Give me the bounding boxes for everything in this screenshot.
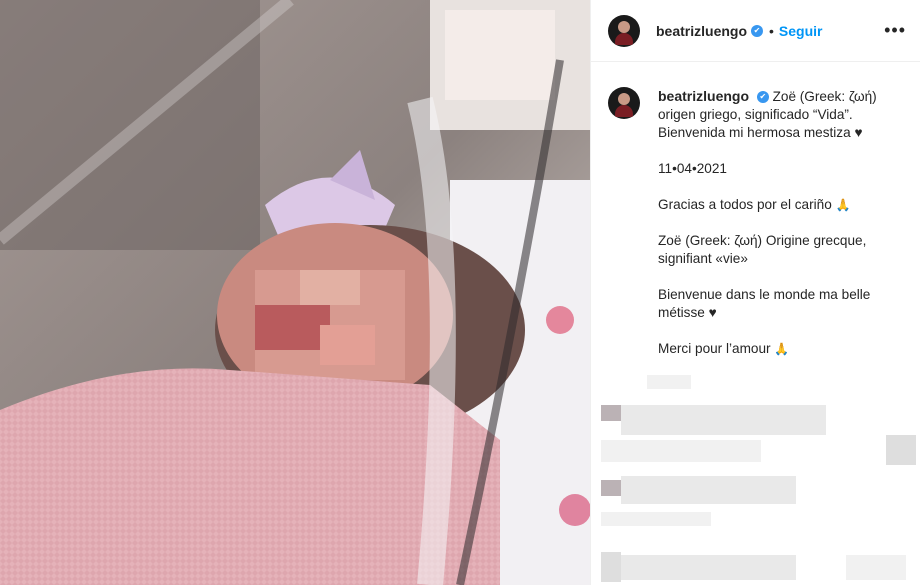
obscured-avatar (601, 480, 621, 496)
obscured-comment (621, 555, 796, 580)
caption-text: beatrizluengo ✔ Zoë (Greek: ζωή) origen … (658, 87, 898, 358)
post-photo[interactable] (0, 0, 590, 585)
author-avatar[interactable] (608, 14, 640, 47)
obscured-comment (601, 440, 761, 462)
caption-date: 11•04•2021 (658, 161, 727, 176)
obscured-avatar (601, 552, 621, 582)
caption-username[interactable]: beatrizluengo (658, 88, 749, 104)
caption-thanks-es: Gracias a todos por el cariño 🙏 (658, 196, 898, 214)
caption-greek-fr: Zoë (Greek: ζωή) Origine grecque, signif… (658, 233, 867, 266)
obscured-comment (621, 405, 826, 435)
caption-thanks-fr: Merci pour l’amour 🙏 (658, 340, 898, 358)
obscured-comment (621, 476, 796, 504)
pray-emoji-icon: 🙏 (774, 342, 790, 356)
caption-thanks-es-text: Gracias a todos por el cariño (658, 197, 832, 212)
post-side-panel: beatrizluengo ✔ • Seguir ••• beatrizluen… (590, 0, 920, 585)
caption-avatar[interactable] (608, 87, 640, 119)
obscured-comment (846, 555, 906, 580)
verified-badge-icon: ✔ (756, 91, 769, 104)
pray-emoji-icon: 🙏 (835, 198, 851, 212)
caption-thanks-fr-text: Merci pour l’amour (658, 341, 771, 356)
obscured-avatar (601, 405, 621, 421)
more-options-icon[interactable]: ••• (884, 20, 906, 41)
newborn-photo (0, 0, 590, 585)
header-separator: • (769, 22, 774, 39)
post-header: beatrizluengo ✔ • Seguir ••• (591, 0, 920, 62)
follow-button[interactable]: Seguir (779, 23, 823, 39)
obscured-like (886, 435, 916, 465)
verified-badge-icon: ✔ (751, 24, 764, 37)
obscured-comment (601, 512, 711, 526)
caption-welcome-fr: Bienvenue dans le monde ma belle métisse… (658, 287, 871, 320)
author-username[interactable]: beatrizluengo (656, 23, 747, 39)
caption-section: beatrizluengo ✔ Zoë (Greek: ζωή) origen … (591, 62, 920, 358)
obscured-comment (647, 375, 691, 389)
